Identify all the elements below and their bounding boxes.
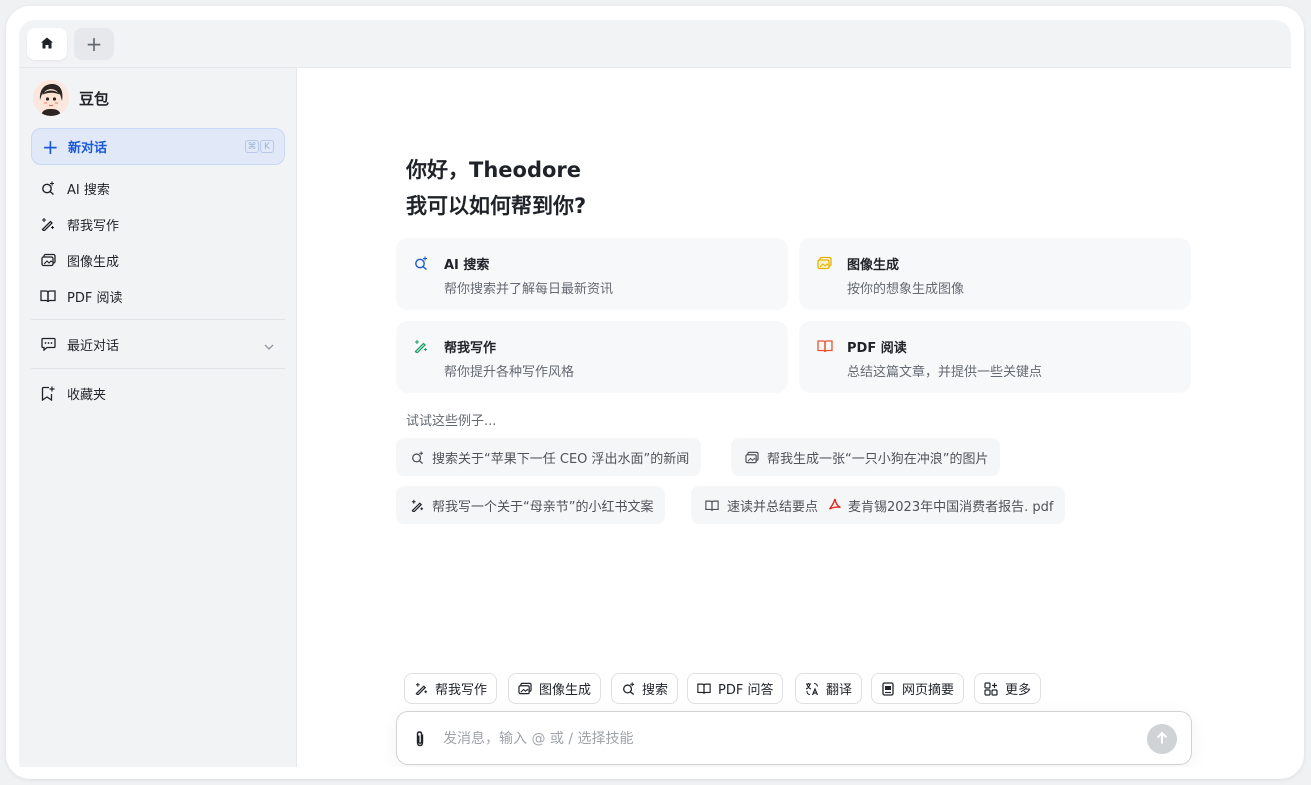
translate-icon <box>805 682 819 696</box>
avatar <box>33 80 69 116</box>
image-icon <box>817 255 833 271</box>
greeting-title: 你好，Theodore <box>406 158 582 182</box>
tool-translate[interactable]: 翻译 <box>795 673 863 704</box>
example-chip-pdf[interactable]: 速读并总结要点 麦肯锡2023年中国消费者报告. pdf <box>691 486 1066 524</box>
image-icon <box>40 252 56 268</box>
pen-sparkle-icon <box>40 216 56 232</box>
examples-label: 试试这些例子... <box>406 414 497 429</box>
tool-search[interactable]: 搜索 <box>611 673 679 704</box>
grid-icon <box>984 681 998 696</box>
image-icon <box>745 450 759 464</box>
new-chat-label: 新对话 <box>68 141 108 156</box>
example-text: 帮我生成一张“一只小狗在冲浪”的图片 <box>767 451 989 467</box>
brand-name: 豆包 <box>79 89 110 108</box>
sidebar-item-writing[interactable]: 帮我写作 <box>31 207 285 241</box>
main-panel: 你好，Theodore 我可以如何帮到你? AI 搜索 帮你搜索并了解每日最新资… <box>298 68 1291 767</box>
tool-more[interactable]: 更多 <box>974 673 1042 704</box>
tool-label: 网页摘要 <box>902 683 955 698</box>
sidebar-divider <box>31 368 285 369</box>
card-description: 帮你提升各种写作风格 <box>444 365 575 380</box>
card-title: 帮我写作 <box>444 341 497 356</box>
sidebar: 豆包 + 新对话 ⌘ K AI 搜索 帮我写作 图像生成 PDF 阅读 最近对话… <box>19 68 297 767</box>
example-chip-writing[interactable]: 帮我写一个关于“母亲节”的小红书文案 <box>396 486 666 524</box>
plus-icon: + <box>42 134 59 159</box>
card-pdf[interactable]: PDF 阅读 总结这篇文章，并提供一些关键点 <box>799 321 1191 393</box>
tool-label: PDF 问答 <box>718 683 774 698</box>
greeting: 你好，Theodore 我可以如何帮到你? <box>406 152 586 224</box>
example-chip-image[interactable]: 帮我生成一张“一只小狗在冲浪”的图片 <box>731 438 1001 476</box>
k-key: K <box>260 140 274 153</box>
card-writing[interactable]: 帮我写作 帮你提升各种写作风格 <box>396 321 788 393</box>
card-title: 图像生成 <box>847 258 900 273</box>
sidebar-item-label: 收藏夹 <box>67 387 107 403</box>
card-image-gen[interactable]: 图像生成 按你的想象生成图像 <box>799 238 1191 310</box>
book-icon <box>697 682 711 696</box>
message-input[interactable] <box>443 726 1123 752</box>
tool-writing[interactable]: 帮我写作 <box>404 673 498 704</box>
tab-bar: + <box>19 20 1291 68</box>
greeting-subtitle: 我可以如何帮到你? <box>406 194 587 218</box>
brand[interactable]: 豆包 <box>33 80 109 116</box>
sidebar-item-label: 图像生成 <box>67 254 120 270</box>
sidebar-item-ai-search[interactable]: AI 搜索 <box>31 171 285 205</box>
example-text: 帮我写一个关于“母亲节”的小红书文案 <box>432 499 654 515</box>
chevron-down-icon[interactable] <box>263 338 275 357</box>
webpage-icon <box>881 681 895 696</box>
sidebar-item-label: 帮我写作 <box>67 218 120 234</box>
sidebar-item-recent[interactable]: 最近对话 <box>31 327 285 361</box>
command-key: ⌘ <box>245 140 259 153</box>
search-sparkle-icon <box>410 450 424 464</box>
tool-label: 搜索 <box>642 683 669 698</box>
sidebar-item-image-gen[interactable]: 图像生成 <box>31 243 285 277</box>
tool-label: 帮我写作 <box>435 683 488 698</box>
book-icon <box>705 498 719 512</box>
example-text: 搜索关于“苹果下一任 CEO 浮出水面”的新闻 <box>432 451 690 467</box>
book-icon <box>40 288 56 304</box>
app-window: + 豆包 + 新对话 ⌘ K AI 搜索 帮我写作 图像生成 PDF 阅读 最近… <box>19 20 1291 767</box>
send-button[interactable] <box>1147 724 1177 754</box>
sidebar-item-label: AI 搜索 <box>67 182 110 198</box>
message-composer <box>396 711 1192 765</box>
tool-label: 翻译 <box>826 683 853 698</box>
sidebar-item-label: 最近对话 <box>67 338 120 354</box>
attachment-icon[interactable] <box>413 730 427 748</box>
bookmark-icon <box>40 385 56 401</box>
tool-label: 更多 <box>1005 683 1032 698</box>
card-description: 按你的想象生成图像 <box>847 282 965 297</box>
search-sparkle-icon <box>414 255 430 271</box>
arrow-up-icon <box>1155 730 1169 749</box>
card-description: 帮你搜索并了解每日最新资讯 <box>444 282 614 297</box>
tool-label: 图像生成 <box>539 683 592 698</box>
chat-icon <box>40 336 56 352</box>
image-icon <box>518 682 532 696</box>
example-file-name: 麦肯锡2023年中国消费者报告. pdf <box>848 499 1054 515</box>
sidebar-item-label: PDF 阅读 <box>67 290 123 306</box>
card-ai-search[interactable]: AI 搜索 帮你搜索并了解每日最新资讯 <box>396 238 788 310</box>
book-icon <box>817 338 833 354</box>
pen-sparkle-icon <box>414 338 430 354</box>
search-sparkle-icon <box>621 682 635 696</box>
card-title: AI 搜索 <box>444 258 490 273</box>
plus-icon: + <box>85 32 103 56</box>
pen-sparkle-icon <box>410 498 424 512</box>
tool-web-summary[interactable]: 网页摘要 <box>871 673 965 704</box>
sidebar-divider <box>31 319 285 320</box>
card-description: 总结这篇文章，并提供一些关键点 <box>847 365 1043 380</box>
example-chip-search[interactable]: 搜索关于“苹果下一任 CEO 浮出水面”的新闻 <box>396 438 702 476</box>
pen-sparkle-icon <box>414 682 428 696</box>
new-chat-button[interactable]: + 新对话 ⌘ K <box>31 128 285 165</box>
example-text: 速读并总结要点 <box>727 499 819 515</box>
tool-image-gen[interactable]: 图像生成 <box>508 673 602 704</box>
search-sparkle-icon <box>40 180 56 196</box>
sidebar-item-pdf[interactable]: PDF 阅读 <box>31 279 285 313</box>
pdf-icon <box>828 498 842 512</box>
tab-home[interactable] <box>27 28 67 60</box>
sidebar-item-favorites[interactable]: 收藏夹 <box>31 376 285 410</box>
card-title: PDF 阅读 <box>847 341 907 356</box>
tool-pdf-qa[interactable]: PDF 问答 <box>687 673 784 704</box>
shortcut-hint: ⌘ K <box>245 140 274 153</box>
new-tab-button[interactable]: + <box>74 28 114 60</box>
home-icon <box>40 35 54 54</box>
